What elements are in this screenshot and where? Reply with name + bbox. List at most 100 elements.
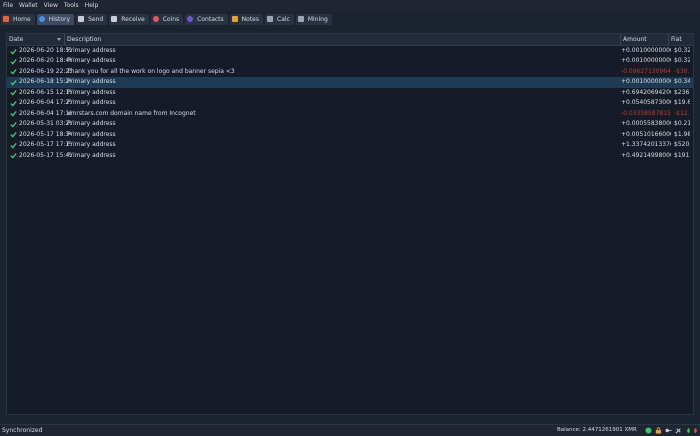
row-description: Primary address	[67, 151, 116, 159]
row-amount: +0.005101660000	[621, 130, 671, 138]
header-amount-label: Amount	[623, 36, 647, 43]
row-description: Primary address	[67, 141, 116, 149]
header-fiat[interactable]: Fiat	[669, 34, 693, 45]
table-header: Date Description Amount Fiat	[7, 34, 693, 46]
row-amount: +0.000558380000	[621, 120, 671, 128]
menu-wallet[interactable]: Wallet	[16, 0, 41, 12]
confirmed-check-icon	[10, 48, 17, 55]
password-icon[interactable]	[665, 427, 672, 434]
row-amount: +0.001000000000	[621, 57, 671, 65]
table-row[interactable]: 2026-05-17 18:34 Primary address +0.005101…	[7, 130, 693, 141]
row-date: 2026-06-20 18:48	[19, 57, 71, 65]
table-row[interactable]: 2026-06-15 12:19 Primary address +0.694206…	[7, 88, 693, 99]
receive-icon	[111, 16, 118, 22]
row-amount: +0.054058730000	[621, 99, 671, 107]
menu-tools[interactable]: Tools	[61, 0, 82, 12]
lock-icon[interactable]	[655, 427, 662, 434]
menu-help[interactable]: Help	[82, 0, 102, 12]
status-bar: Synchronized Balance: 2.4471261901 XMR	[0, 424, 700, 436]
history-table: Date Description Amount Fiat 2026-06-20 …	[6, 33, 694, 415]
row-description: Primary address	[67, 78, 116, 86]
tab-label: Home	[13, 15, 31, 23]
table-row[interactable]: 2026-06-04 17:21 Primary address +0.054058…	[7, 98, 693, 109]
row-description: Primary address	[67, 99, 116, 107]
tab-label: Coins	[162, 15, 180, 23]
tools-icon[interactable]	[675, 427, 682, 434]
table-row[interactable]: 2026-06-04 17:18 xmrstars.com domain name…	[7, 109, 693, 120]
row-fiat: -$30.25	[674, 67, 690, 75]
balance-label: Balance: 2.4471261901 XMR	[557, 427, 637, 433]
row-date: 2026-05-17 15:42	[19, 151, 71, 159]
header-date-label: Date	[9, 36, 24, 43]
row-date: 2026-06-19 22:25	[19, 67, 71, 75]
table-row[interactable]: 2026-05-17 15:42 Primary address +0.492149…	[7, 151, 693, 162]
menu-view[interactable]: View	[41, 0, 61, 12]
row-fiat: $0.32	[674, 47, 690, 54]
tab-history[interactable]: History	[36, 13, 75, 25]
row-date: 2026-06-04 17:18	[19, 109, 71, 117]
home-icon	[3, 16, 9, 22]
row-fiat: $0.32	[674, 57, 690, 65]
row-amount: +0.694206942069	[621, 88, 671, 96]
header-description[interactable]: Description	[65, 34, 621, 45]
seed-icon[interactable]	[685, 427, 692, 434]
row-amount: +0.001000000000	[621, 47, 671, 54]
table-row[interactable]: 2026-06-19 22:25 Thank you for all the wo…	[7, 67, 693, 78]
row-date: 2026-06-04 17:21	[19, 99, 71, 107]
row-amount: +1.337420133769	[621, 141, 671, 149]
header-fiat-label: Fiat	[671, 36, 682, 43]
sync-status-icon[interactable]	[645, 427, 652, 434]
sort-descending-icon	[57, 38, 61, 41]
row-fiat: $191.00	[674, 151, 690, 159]
header-amount[interactable]: Amount	[621, 34, 669, 45]
tab-label: Notes	[241, 15, 259, 23]
tab-calc[interactable]: Calc	[265, 13, 294, 25]
tab-label: Send	[88, 15, 104, 23]
row-description: Primary address	[67, 88, 116, 96]
row-date: 2026-05-17 18:34	[19, 130, 71, 138]
table-row[interactable]: 2026-06-20 18:52 Primary address +0.001000…	[7, 46, 693, 57]
menu-file[interactable]: File	[0, 0, 16, 12]
row-fiat: $236.00	[674, 88, 690, 96]
row-amount: -0.033585878159	[621, 109, 671, 117]
confirmed-check-icon	[10, 69, 17, 76]
confirmed-check-icon	[10, 58, 17, 65]
row-date: 2026-06-15 12:19	[19, 88, 71, 96]
row-amount: +0.492149980000	[621, 151, 671, 159]
row-description: Primary address	[67, 120, 116, 128]
header-description-label: Description	[67, 36, 102, 43]
tab-label: History	[48, 15, 71, 23]
tab-receive[interactable]: Receive	[109, 13, 149, 25]
tab-coins[interactable]: Coins	[150, 13, 184, 25]
sync-status: Synchronized	[2, 427, 43, 434]
tab-notes[interactable]: Notes	[229, 13, 263, 25]
notes-icon	[231, 16, 238, 22]
table-row[interactable]: 2026-05-17 17:11 Primary address +1.337420…	[7, 140, 693, 151]
network-icon[interactable]	[692, 427, 699, 434]
row-description: xmrstars.com domain name from Incognet	[67, 109, 196, 117]
confirmed-check-icon	[10, 79, 17, 86]
tab-send[interactable]: Send	[76, 13, 108, 25]
confirmed-check-icon	[10, 152, 17, 159]
coins-icon	[152, 16, 159, 22]
row-date: 2026-06-18 15:24	[19, 78, 71, 86]
row-fiat: $520.00	[674, 141, 690, 149]
mining-icon	[297, 16, 304, 22]
row-amount: -0.096271309640	[621, 67, 671, 75]
tab-mining[interactable]: Mining	[295, 13, 332, 25]
confirmed-check-icon	[10, 111, 17, 117]
history-icon	[38, 16, 45, 22]
row-fiat: $1.98	[674, 130, 690, 138]
row-fiat: $0.34	[674, 78, 690, 86]
table-row[interactable]: 2026-06-20 18:48 Primary address +0.001000…	[7, 56, 693, 67]
table-row[interactable]: 2026-06-18 15:24 Primary address +0.001000…	[7, 77, 693, 88]
row-date: 2026-05-17 17:11	[19, 141, 71, 149]
tab-bar: Home History Send Receive Coins Contacts…	[0, 13, 700, 25]
tab-contacts[interactable]: Contacts	[185, 13, 228, 25]
row-fiat: -$12.19	[674, 109, 690, 117]
menu-bar: File Wallet View Tools Help	[0, 0, 700, 12]
tab-home[interactable]: Home	[1, 13, 35, 25]
tab-label: Receive	[121, 15, 145, 23]
confirmed-check-icon	[10, 90, 17, 96]
table-row[interactable]: 2026-05-31 03:20 Primary address +0.000558…	[7, 119, 693, 130]
